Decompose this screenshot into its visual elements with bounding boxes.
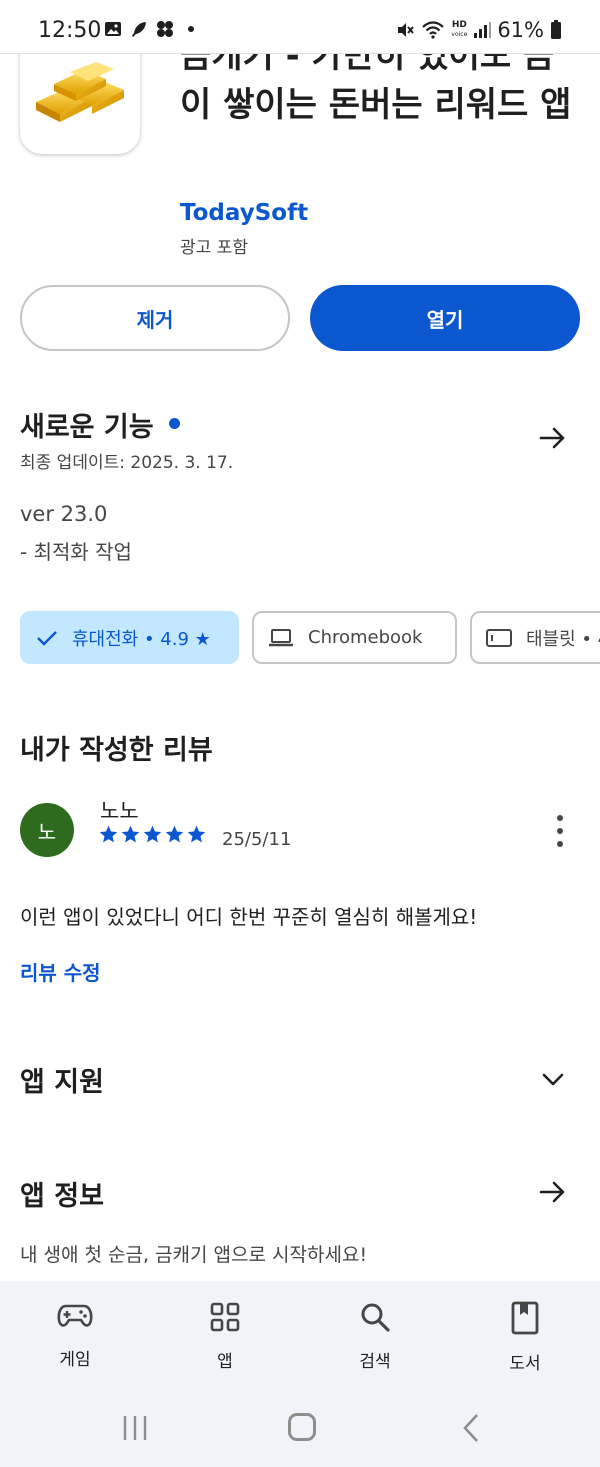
nav-books-label: 도서: [509, 1354, 541, 1374]
system-navigation: [0, 1393, 600, 1467]
status-bar: 12:50 HD voice 61%: [0, 0, 600, 54]
nav-search-label: 검색: [359, 1352, 391, 1372]
system-indicators: HD voice 61%: [395, 18, 562, 42]
apps-grid-icon: [210, 1302, 240, 1332]
nav-search[interactable]: 검색: [300, 1281, 450, 1393]
check-icon: [37, 630, 57, 646]
open-button[interactable]: 열기: [310, 285, 580, 351]
chip-phone[interactable]: 휴대전화 • 4.9 ★: [20, 611, 239, 664]
ads-label: 광고 포함: [180, 238, 248, 258]
home-icon[interactable]: [288, 1413, 316, 1441]
star-icon: [121, 825, 140, 843]
uninstall-button[interactable]: 제거: [20, 285, 290, 351]
star-icon: [143, 825, 162, 843]
bottom-navigation: 게임 앱 검색 도서: [0, 1281, 600, 1393]
mute-icon: [398, 23, 415, 37]
arrow-right-icon[interactable]: [538, 1177, 568, 1207]
recents-icon[interactable]: [122, 1415, 148, 1441]
arrow-right-icon[interactable]: [538, 423, 568, 453]
chip-chromebook[interactable]: Chromebook: [252, 611, 457, 664]
chip-chromebook-label: Chromebook: [308, 627, 423, 648]
edit-review-link[interactable]: 리뷰 수정: [20, 957, 101, 986]
review-rating: [98, 824, 207, 845]
signal-icon: [474, 22, 492, 38]
my-review-title: 내가 작성한 리뷰: [20, 735, 213, 766]
review-author: 노노: [100, 799, 139, 823]
hd-voice-badge: HD voice: [451, 20, 468, 39]
update-note: - 최적화 작업: [20, 540, 132, 564]
star-icon: [165, 825, 184, 843]
nav-apps[interactable]: 앱: [150, 1281, 300, 1393]
new-indicator-dot: [169, 418, 180, 429]
gold-bars-icon: [36, 62, 124, 122]
status-divider: [0, 53, 600, 54]
app-info-title[interactable]: 앱 정보: [20, 1174, 104, 1213]
nav-games-label: 게임: [59, 1350, 91, 1370]
clover-icon: [157, 21, 173, 37]
notification-icons: [104, 20, 194, 38]
review-text: 이런 앱이 있었다니 어디 한번 꾸준히 열심히 해볼게요!: [20, 905, 478, 929]
search-icon: [361, 1303, 390, 1332]
battery-icon: [551, 20, 561, 39]
feather-icon: [132, 22, 146, 37]
star-icon: [99, 825, 118, 843]
whats-new-title[interactable]: 새로운 기능: [20, 405, 154, 444]
dot-icon: [188, 26, 194, 32]
version-text: ver 23.0: [20, 502, 108, 526]
chip-phone-label: 휴대전화 • 4.9 ★: [72, 628, 211, 650]
review-date: 25/5/11: [222, 829, 292, 850]
gallery-icon: [105, 22, 121, 36]
back-icon[interactable]: [460, 1413, 482, 1443]
chip-tablet[interactable]: 태블릿 • 4: [470, 611, 600, 664]
app-info-description: 내 생애 첫 순금, 금캐기 앱으로 시작하세요!: [20, 1244, 368, 1266]
last-updated: 최종 업데이트: 2025. 3. 17.: [20, 453, 234, 473]
more-options-icon[interactable]: [548, 815, 572, 847]
wifi-icon: [422, 21, 445, 39]
chevron-down-icon[interactable]: [540, 1066, 566, 1092]
status-time: 12:50: [38, 18, 102, 43]
battery-percent: 61%: [497, 18, 544, 42]
laptop-icon: [269, 628, 293, 646]
book-icon: [511, 1301, 539, 1335]
chip-tablet-label: 태블릿 • 4: [526, 628, 600, 650]
nav-books[interactable]: 도서: [450, 1281, 600, 1393]
app-support-title[interactable]: 앱 지원: [20, 1060, 104, 1099]
tablet-icon: [486, 628, 512, 647]
gamepad-icon: [57, 1304, 93, 1327]
developer-link[interactable]: TodaySoft: [180, 200, 308, 226]
nav-apps-label: 앱: [217, 1352, 233, 1372]
nav-games[interactable]: 게임: [0, 1281, 150, 1393]
star-icon: [187, 825, 206, 843]
avatar: 노: [20, 803, 74, 857]
